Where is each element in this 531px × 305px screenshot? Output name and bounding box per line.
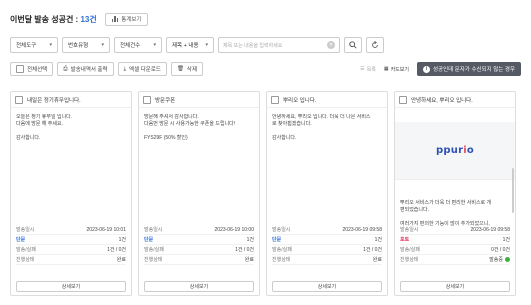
status-text: 발송중 — [489, 256, 510, 263]
tool-select[interactable]: 전체도구 ▾ — [10, 37, 58, 53]
message-type-badge: 단문 — [16, 237, 26, 243]
send-result: 1건 / 0건 — [107, 247, 126, 253]
stats-button[interactable]: 통계보기 — [104, 12, 149, 26]
card-message-text: 뿌리오 서비스가 더욱 더 편리한 서비스로 개 편되었습니다. 여러가지 편의… — [400, 200, 492, 226]
excel-download-button[interactable]: ⤓ 엑셀 다운로드 — [117, 62, 167, 76]
not-received-help-button[interactable]: i 성공인데 문자가 수신되지 않는 경우 — [416, 62, 521, 76]
search-icon — [349, 41, 357, 49]
chevron-down-icon: ▾ — [101, 42, 104, 48]
card-title: 뿌리오 입니다. — [283, 97, 317, 104]
bar-chart-icon — [111, 16, 119, 22]
card-checkbox[interactable] — [271, 95, 279, 104]
number-type-select[interactable]: 번호유형 ▾ — [62, 37, 110, 53]
clear-icon[interactable]: ✕ — [327, 41, 335, 49]
delete-button[interactable]: 🗑 삭제 — [170, 62, 204, 76]
list-icon: ☰ — [360, 66, 365, 72]
page-header: 이번달 발송 성공건 : 13건 통계보기 — [10, 12, 149, 26]
card-message: 방문해 주셔서 감사합니다. 다음번 방문 시 사용가능한 쿠폰을 드립니다! … — [144, 114, 236, 141]
card-header: 뿌리오 입니다. — [267, 92, 387, 108]
send-count: 1건 — [502, 237, 510, 243]
scrollbar[interactable] — [512, 168, 514, 213]
message-card: 안녕하세요, 뿌리오 입니다. ppurio 뿌리오 서비스가 더욱 더 편리한… — [394, 91, 516, 296]
card-checkbox[interactable] — [143, 95, 151, 104]
search-field-select[interactable]: 제목 + 내용 ▾ — [166, 37, 214, 53]
card-meta: 발송일시 2023-06-19 09:58 포토 1건 발송/실패 0건 / 0건 진… — [400, 226, 510, 265]
ppurio-logo: ppurio — [436, 145, 474, 156]
list-view-toggle[interactable]: ☰ 목록 — [360, 66, 376, 73]
trash-icon: 🗑 — [176, 66, 184, 72]
status-text: 완료 — [116, 257, 126, 263]
send-count: 1건 — [246, 237, 254, 243]
search-button[interactable] — [344, 37, 362, 53]
message-cards: 내일은 정기휴무입니다. 오늘은 정기 휴무일 입니다. 다음에 방문 해 주세… — [10, 91, 516, 296]
delete-label: 삭제 — [186, 67, 198, 73]
sending-status-dot — [505, 257, 510, 262]
image-preview: ppurio — [395, 122, 515, 180]
send-count: 1건 — [118, 237, 126, 243]
message-type-badge: 포토 — [400, 237, 410, 243]
message-card: 뿌리오 입니다. 안녕하세요, 뿌리오 입니다. 더욱 더 나은 서비스 로 찾… — [266, 91, 388, 296]
card-checkbox[interactable] — [399, 95, 407, 104]
send-date: 2023-06-19 09:58 — [342, 226, 382, 233]
info-icon: i — [422, 65, 430, 73]
reset-button[interactable] — [366, 37, 384, 53]
search-input[interactable]: 제목 또는 내용을 입력하세요 ✕ — [218, 37, 340, 53]
select-all-label: 전체선택 — [27, 67, 48, 73]
chevron-down-icon: ▾ — [153, 42, 156, 48]
count-select[interactable]: 전체건수 ▾ — [114, 37, 162, 53]
card-meta: 발송일시 2023-06-19 10:01 단문 1건 발송/실패 1건 / 0건 진… — [16, 226, 126, 265]
card-title: 안녕하세요, 뿌리오 입니다. — [411, 97, 473, 104]
card-meta: 발송일시 2023-06-19 09:58 단문 1건 발송/실패 1건 / 0건 진… — [272, 226, 382, 265]
success-count: 13건 — [80, 14, 97, 24]
checkbox[interactable] — [16, 65, 24, 73]
excel-label: 엑셀 다운로드 — [129, 67, 161, 73]
search-placeholder: 제목 또는 내용을 입력하세요 — [223, 42, 283, 49]
card-header: 안녕하세요, 뿌리오 입니다. — [395, 92, 515, 108]
send-result: 1건 / 0건 — [235, 247, 254, 253]
send-result: 0건 / 0건 — [491, 247, 510, 253]
chevron-down-icon: ▾ — [205, 42, 208, 48]
card-message: 안녕하세요, 뿌리오 입니다. 더욱 더 나은 서비스 로 찾아뵙겠습니다. 감… — [272, 114, 371, 141]
send-date: 2023-06-19 09:58 — [470, 226, 510, 233]
select-all-button[interactable]: 전체선택 — [10, 62, 54, 76]
chevron-down-icon: ▾ — [49, 42, 52, 48]
refresh-icon — [372, 41, 378, 48]
detail-button[interactable]: 상세보기 — [144, 281, 254, 292]
message-type-badge: 단문 — [144, 237, 154, 243]
card-header: 방문쿠폰 — [139, 92, 259, 108]
print-label: 발송내역서 출력 — [70, 67, 108, 73]
printer-icon: ⎙ — [63, 65, 68, 72]
send-date: 2023-06-19 10:00 — [214, 226, 254, 233]
send-count: 1건 — [374, 237, 382, 243]
card-meta: 발송일시 2023-06-19 10:00 단문 1건 발송/실패 1건 / 0건 진… — [144, 226, 254, 265]
message-card: 내일은 정기휴무입니다. 오늘은 정기 휴무일 입니다. 다음에 방문 해 주세… — [10, 91, 132, 296]
send-result: 1건 / 0건 — [363, 247, 382, 253]
toolbar: 전체선택 ⎙ 발송내역서 출력 ⤓ 엑셀 다운로드 🗑 삭제 ☰ 목록 ▦ 카드보기 i성… — [10, 62, 521, 76]
grid-icon: ▦ — [383, 66, 389, 72]
detail-button[interactable]: 상세보기 — [16, 281, 126, 292]
detail-button[interactable]: 상세보기 — [272, 281, 382, 292]
print-button[interactable]: ⎙ 발송내역서 출력 — [57, 62, 114, 76]
send-date: 2023-06-19 10:01 — [86, 226, 126, 233]
stats-button-label: 통계보기 — [121, 17, 142, 23]
status-text: 완료 — [372, 257, 382, 263]
card-view-toggle[interactable]: ▦ 카드보기 — [384, 66, 409, 73]
card-message: 오늘은 정기 휴무일 입니다. 다음에 방문 해 주세요. 감사합니다. — [16, 114, 73, 141]
detail-button[interactable]: 상세보기 — [400, 281, 510, 292]
card-message: ppurio 뿌리오 서비스가 더욱 더 편리한 서비스로 개 편되었습니다. … — [395, 108, 515, 226]
card-checkbox[interactable] — [15, 95, 23, 104]
card-header: 내일은 정기휴무입니다. — [11, 92, 131, 108]
filter-bar: 전체도구 ▾ 번호유형 ▾ 전체건수 ▾ 제목 + 내용 ▾ 제목 또는 내용을 입력하… — [10, 37, 384, 53]
card-title: 방문쿠폰 — [155, 97, 176, 104]
message-type-badge: 단문 — [272, 237, 282, 243]
message-card: 방문쿠폰 방문해 주셔서 감사합니다. 다음번 방문 시 사용가능한 쿠폰을 드… — [138, 91, 260, 296]
status-text: 완료 — [244, 257, 254, 263]
card-title: 내일은 정기휴무입니다. — [27, 97, 81, 104]
download-icon: ⤓ — [123, 65, 127, 72]
page-title: 이번달 발송 성공건 : 13건 — [10, 14, 97, 24]
